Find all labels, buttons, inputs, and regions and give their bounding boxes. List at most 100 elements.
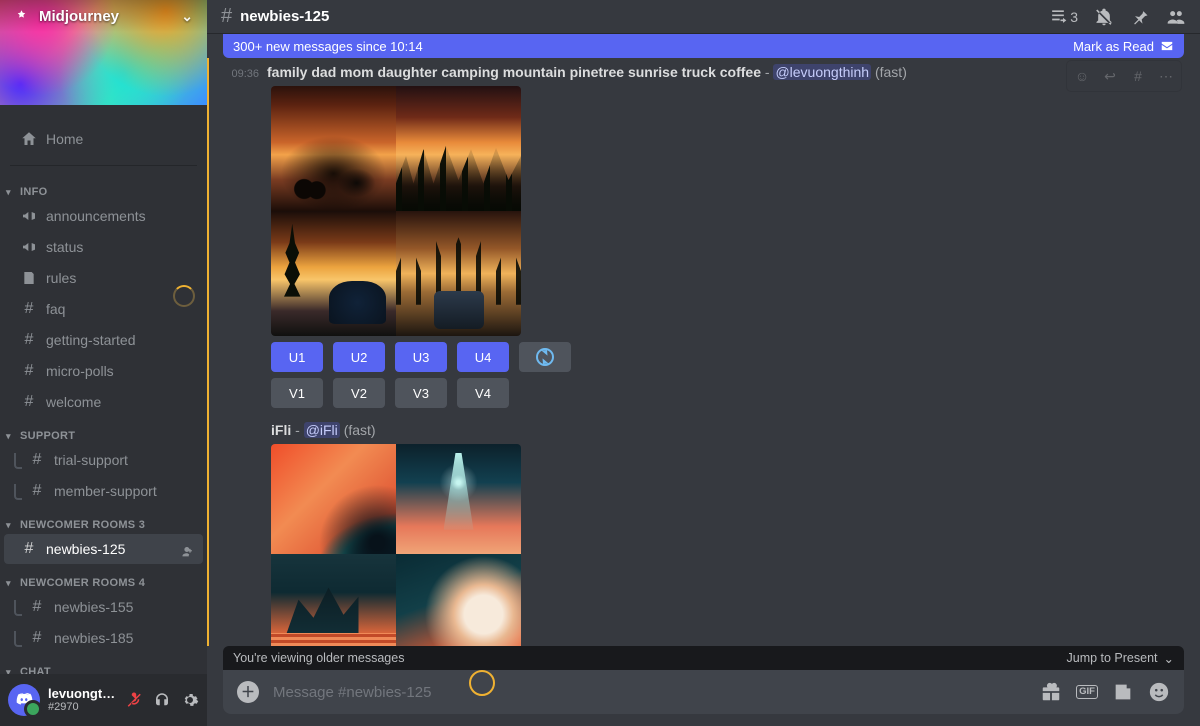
- notification-mute-icon[interactable]: [1094, 7, 1114, 27]
- home-label: Home: [46, 131, 195, 147]
- new-messages-bar[interactable]: 300+ new messages since 10:14 Mark as Re…: [223, 34, 1184, 58]
- image-tile-3[interactable]: [271, 211, 396, 336]
- channel-micro-polls[interactable]: # micro-polls: [4, 356, 203, 386]
- channel-welcome[interactable]: # welcome: [4, 387, 203, 417]
- image-grid[interactable]: [271, 86, 521, 336]
- category-chat[interactable]: ▾ CHAT: [0, 654, 207, 674]
- message: 09:36 family dad mom daughter camping mo…: [225, 64, 1184, 408]
- message-mention[interactable]: @levuongthinh: [773, 64, 871, 80]
- reroll-button[interactable]: [519, 342, 571, 372]
- settings-icon[interactable]: [181, 691, 199, 709]
- home-icon: [20, 130, 38, 148]
- channel-getting-started[interactable]: # getting-started: [4, 325, 203, 355]
- home-button[interactable]: Home: [4, 121, 203, 157]
- user-tag: #2970: [48, 701, 117, 713]
- gif-icon[interactable]: GIF: [1076, 681, 1098, 703]
- upscale-u3-button[interactable]: U3: [395, 342, 447, 372]
- message-mode: (fast): [344, 422, 376, 438]
- reply-icon[interactable]: ↩: [1098, 64, 1122, 88]
- deafen-icon[interactable]: [153, 691, 171, 709]
- image-tile-1[interactable]: [271, 86, 396, 211]
- image-grid[interactable]: [271, 444, 521, 646]
- chevron-down-icon: ▾: [6, 187, 16, 198]
- megaphone-icon: [20, 239, 38, 255]
- mark-as-read-button[interactable]: Mark as Read: [1073, 39, 1174, 54]
- channel-announcements[interactable]: announcements: [4, 201, 203, 231]
- server-name: Midjourney: [39, 8, 119, 25]
- hash-icon: #: [28, 482, 46, 500]
- members-icon[interactable]: [1166, 7, 1186, 27]
- channel-member-support[interactable]: # member-support: [4, 476, 203, 506]
- server-boost-icon: [14, 9, 29, 24]
- upscale-u1-button[interactable]: U1: [271, 342, 323, 372]
- threads-button[interactable]: 3: [1048, 7, 1078, 27]
- new-messages-text: 300+ new messages since 10:14: [233, 39, 423, 54]
- thread-arrow-icon: [12, 631, 22, 645]
- chat-main: # newbies-125 3 300+ new messages since …: [207, 0, 1200, 726]
- channel-newbies-155[interactable]: # newbies-155: [4, 592, 203, 622]
- emoji-icon[interactable]: [1148, 681, 1170, 703]
- variation-v2-button[interactable]: V2: [333, 378, 385, 408]
- image-tile-4[interactable]: [396, 211, 521, 336]
- variation-v4-button[interactable]: V4: [457, 378, 509, 408]
- message-author: iFli: [271, 422, 291, 438]
- message-hover-actions: ☺ ↩ # ⋯: [1066, 60, 1182, 92]
- sticker-icon[interactable]: [1112, 681, 1134, 703]
- channel-sidebar: Midjourney ⌄ Home ▾ INFO announcement: [0, 0, 207, 726]
- variation-v3-button[interactable]: V3: [395, 378, 447, 408]
- message-input[interactable]: [273, 684, 1026, 701]
- jump-to-present-button[interactable]: Jump to Present ⌄: [1067, 651, 1175, 666]
- upscale-u2-button[interactable]: U2: [333, 342, 385, 372]
- message-mode: (fast): [875, 64, 907, 80]
- channel-rules[interactable]: rules: [4, 263, 203, 293]
- user-avatar[interactable]: [8, 684, 40, 716]
- server-dropdown-icon[interactable]: ⌄: [181, 8, 193, 25]
- hash-icon: #: [20, 300, 38, 318]
- message-list: 09:36 family dad mom daughter camping mo…: [207, 58, 1200, 646]
- image-tile-3[interactable]: [271, 554, 396, 646]
- thread-icon[interactable]: #: [1126, 64, 1150, 88]
- thread-arrow-icon: [12, 484, 22, 498]
- hash-icon: #: [20, 393, 38, 411]
- mark-read-icon: [1160, 39, 1174, 53]
- pinned-icon[interactable]: [1130, 7, 1150, 27]
- variation-v1-button[interactable]: V1: [271, 378, 323, 408]
- channel-title: newbies-125: [240, 8, 1040, 25]
- chevron-down-icon: ▾: [6, 578, 16, 589]
- older-messages-bar: You're viewing older messages Jump to Pr…: [223, 646, 1184, 670]
- category-info[interactable]: ▾ INFO: [0, 174, 207, 200]
- image-tile-1[interactable]: [271, 444, 396, 554]
- hash-icon: #: [221, 5, 232, 28]
- mute-mic-icon[interactable]: [125, 691, 143, 709]
- category-support[interactable]: ▾ SUPPORT: [0, 418, 207, 444]
- user-panel: levuongthi... #2970: [0, 674, 207, 726]
- image-tile-2[interactable]: [396, 86, 521, 211]
- category-newcomer-3[interactable]: ▾ NEWCOMER ROOMS 3: [0, 507, 207, 533]
- channel-titlebar: # newbies-125 3: [207, 0, 1200, 34]
- channel-newbies-185[interactable]: # newbies-185: [4, 623, 203, 653]
- hash-icon: #: [28, 629, 46, 647]
- message-prompt: family dad mom daughter camping mountain…: [267, 64, 761, 80]
- chevron-down-icon: ▾: [6, 431, 16, 442]
- megaphone-icon: [20, 208, 38, 224]
- hash-icon: #: [28, 451, 46, 469]
- category-newcomer-4[interactable]: ▾ NEWCOMER ROOMS 4: [0, 565, 207, 591]
- more-icon[interactable]: ⋯: [1154, 64, 1178, 88]
- hash-icon: #: [20, 540, 38, 558]
- channel-newbies-125[interactable]: # newbies-125: [4, 534, 203, 564]
- attach-button[interactable]: ＋: [237, 681, 259, 703]
- image-tile-2[interactable]: [396, 444, 521, 554]
- create-invite-icon[interactable]: [180, 542, 195, 557]
- channel-trial-support[interactable]: # trial-support: [4, 445, 203, 475]
- reroll-icon: [536, 348, 554, 366]
- add-reaction-icon[interactable]: ☺: [1070, 64, 1094, 88]
- channel-status[interactable]: status: [4, 232, 203, 262]
- hash-icon: #: [20, 331, 38, 349]
- server-banner[interactable]: Midjourney ⌄: [0, 0, 207, 105]
- image-tile-4[interactable]: [396, 554, 521, 646]
- upscale-u4-button[interactable]: U4: [457, 342, 509, 372]
- message-mention[interactable]: @iFli: [304, 422, 340, 438]
- thread-arrow-icon: [12, 453, 22, 467]
- channel-list: Home ▾ INFO announcements status rules: [0, 105, 207, 674]
- gift-icon[interactable]: [1040, 681, 1062, 703]
